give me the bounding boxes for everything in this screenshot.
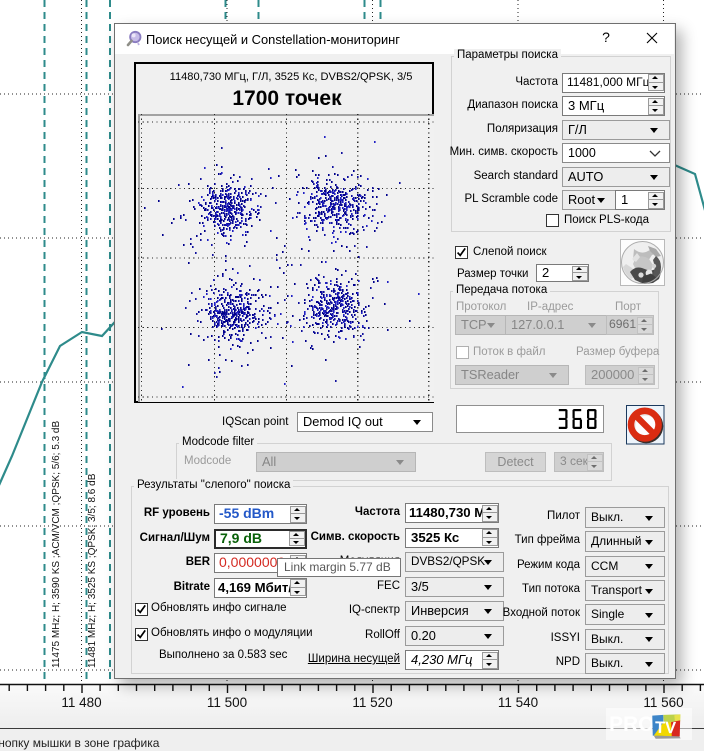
svg-text:TV: TV: [655, 719, 677, 738]
